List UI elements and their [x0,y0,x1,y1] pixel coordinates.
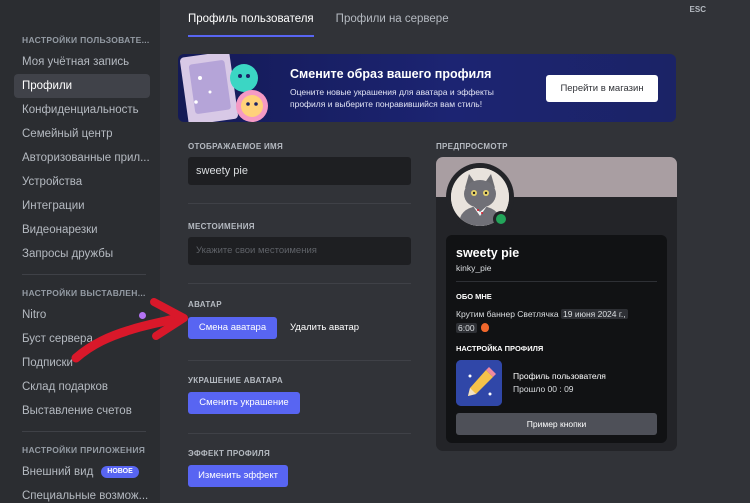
sidebar-heading-app: НАСТРОЙКИ ПРИЛОЖЕНИЯ [22,445,146,455]
about-me-text: Крутим баннер Светлячка 19 июня 2024 г.,… [456,307,661,335]
about-me-time: 6:00 [456,323,477,333]
activity-heading: НАСТРОЙКА ПРОФИЛЯ [456,344,544,353]
profile-tabs: Профиль пользователя Профили на сервере [188,10,449,37]
avatar [446,163,514,231]
section-divider [188,203,411,204]
about-me-date: 19 июня 2024 г., [561,309,628,319]
avatar-decoration-label: УКРАШЕНИЕ АВАТАРА [188,376,283,385]
remove-avatar-button[interactable]: Удалить аватар [290,322,359,333]
about-me-prefix: Крутим баннер Светлячка [456,309,559,319]
nitro-indicator-icon [139,312,146,319]
avatar-label: АВАТАР [188,300,222,309]
settings-sidebar: НАСТРОЙКИ ПОЛЬЗОВАТЕ... Моя учётная запи… [0,0,160,503]
profile-card-body: sweety pie kinky_pie ОБО МНЕ Крутим банн… [446,235,667,443]
sidebar-divider [22,431,146,432]
sidebar-item-integrations[interactable]: Интеграции [14,194,150,218]
online-status-icon [493,211,509,227]
tab-server-profiles[interactable]: Профили на сервере [336,10,449,37]
activity-elapsed-time: Прошло 00 : 09 [513,384,574,394]
go-to-shop-button[interactable]: Перейти в магазин [546,75,658,102]
section-divider [188,433,411,434]
profile-effect-label: ЭФФЕКТ ПРОФИЛЯ [188,449,271,458]
profile-settings-main: Профиль пользователя Профили на сервере … [160,0,750,503]
example-button[interactable]: Пример кнопки [456,413,657,435]
about-me-heading: ОБО МНЕ [456,292,492,301]
activity-title: Профиль пользователя [513,371,606,381]
sidebar-heading-user: НАСТРОЙКИ ПОЛЬЗОВАТЕ... [22,35,150,45]
sidebar-divider [22,274,146,275]
sidebar-item-gift-inventory[interactable]: Склад подарков [14,375,150,399]
avatar-decorations-art-icon [180,54,268,122]
change-decoration-button[interactable]: Сменить украшение [188,392,300,414]
sidebar-item-accessibility[interactable]: Специальные возмож... [14,484,150,503]
sidebar-item-server-boost[interactable]: Буст сервера [14,327,150,351]
banner-title: Смените образ вашего профиля [290,67,492,81]
sidebar-item-nitro[interactable]: Nitro [14,303,150,327]
sidebar-item-clips[interactable]: Видеонарезки [14,218,150,242]
sidebar-item-authorized-apps[interactable]: Авторизованные прил... [14,146,150,170]
new-badge: НОВОЕ [101,465,139,478]
sidebar-heading-billing: НАСТРОЙКИ ВЫСТАВЛЕН... [22,288,146,298]
preview-username: kinky_pie [456,263,492,273]
pronouns-label: МЕСТОИМЕНИЯ [188,222,255,231]
display-name-label: ОТОБРАЖАЕМОЕ ИМЯ [188,142,284,151]
preview-display-name: sweety pie [456,246,520,260]
sidebar-item-profiles[interactable]: Профили [14,74,150,98]
sidebar-item-my-account[interactable]: Моя учётная запись [14,50,150,74]
profile-preview-card: sweety pie kinky_pie ОБО МНЕ Крутим банн… [436,157,677,451]
preview-label: ПРЕДПРОСМОТР [436,142,508,151]
change-effect-button[interactable]: Изменить эффект [188,465,288,487]
display-name-input[interactable]: sweety pie [188,157,411,185]
sidebar-item-family-center[interactable]: Семейный центр [14,122,150,146]
shop-promo-banner: Смените образ вашего профиля Оцените нов… [178,54,676,122]
sidebar-item-label: Внешний вид [22,466,94,478]
sidebar-item-privacy[interactable]: Конфиденциальность [14,98,150,122]
change-avatar-button[interactable]: Смена аватара [188,317,277,339]
sidebar-item-billing[interactable]: Выставление счетов [14,399,150,423]
section-divider [188,360,411,361]
tab-user-profile[interactable]: Профиль пользователя [188,10,314,37]
sidebar-item-devices[interactable]: Устройства [14,170,150,194]
fire-emoji-icon [480,323,489,332]
esc-close-label[interactable]: ESC [690,5,706,14]
pencil-activity-icon [456,360,502,406]
banner-description: Оцените новые украшения для аватара и эф… [290,87,494,109]
sidebar-item-appearance[interactable]: Внешний вид НОВОЕ [14,460,150,484]
sidebar-item-label: Nitro [22,309,47,321]
section-divider [188,283,411,284]
pronouns-input[interactable]: Укажите свои местоимения [188,237,411,265]
sidebar-item-friend-requests[interactable]: Запросы дружбы [14,242,150,266]
card-divider [456,281,657,282]
sidebar-item-subscriptions[interactable]: Подписки [14,351,150,375]
